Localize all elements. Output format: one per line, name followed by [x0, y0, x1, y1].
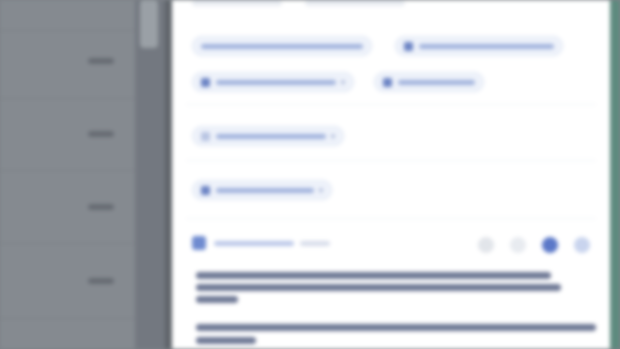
section-divider	[186, 160, 596, 161]
task-description-line	[196, 284, 561, 291]
field-icon	[201, 77, 210, 87]
list-row-label	[88, 58, 114, 64]
chip-label	[216, 133, 326, 139]
scrollbar-thumb[interactable]	[140, 0, 158, 48]
field-icon	[201, 131, 210, 141]
task-description-line	[196, 296, 238, 303]
user-icon[interactable]	[542, 237, 558, 253]
field-icon	[383, 77, 392, 87]
chip-label	[419, 43, 554, 49]
chip-label	[216, 187, 314, 193]
chip-label	[201, 43, 363, 49]
dropdown-icon: ▾	[340, 77, 345, 87]
property-chip[interactable]	[192, 36, 372, 56]
top-field-fragment	[192, 0, 282, 6]
section-divider	[186, 218, 596, 219]
window-edge	[610, 0, 620, 349]
tag-icon	[404, 41, 413, 51]
chip-label	[216, 79, 336, 85]
task-type-icon	[192, 236, 206, 250]
property-chip[interactable]: ▾	[192, 126, 344, 146]
property-chip[interactable]: ▾	[192, 72, 354, 92]
field-icon	[201, 185, 210, 195]
dropdown-icon: ▾	[318, 185, 323, 195]
list-divider	[0, 170, 135, 171]
list-divider	[0, 243, 135, 244]
list-divider	[0, 98, 135, 99]
section-divider	[186, 104, 596, 105]
edit-icon[interactable]	[510, 237, 526, 253]
list-row-label	[88, 278, 114, 284]
task-title[interactable]	[214, 238, 339, 248]
list-divider	[0, 30, 135, 31]
add-icon[interactable]	[574, 237, 590, 253]
property-chip[interactable]: ▾	[192, 180, 332, 200]
property-chip[interactable]	[374, 72, 484, 92]
task-description-line	[196, 272, 551, 279]
list-row-label	[88, 131, 114, 137]
task-description-line	[196, 337, 256, 344]
task-title-text	[214, 240, 294, 246]
more-icon[interactable]	[478, 237, 494, 253]
list-divider	[0, 318, 135, 319]
list-row-label	[88, 204, 114, 210]
dropdown-icon: ▾	[330, 131, 335, 141]
top-field-fragment	[305, 0, 405, 6]
backdrop-scrollbar[interactable]	[135, 0, 165, 349]
property-chip[interactable]	[395, 36, 563, 56]
chip-label	[398, 79, 475, 85]
task-meta-text	[300, 240, 330, 246]
task-description-line	[196, 324, 596, 331]
